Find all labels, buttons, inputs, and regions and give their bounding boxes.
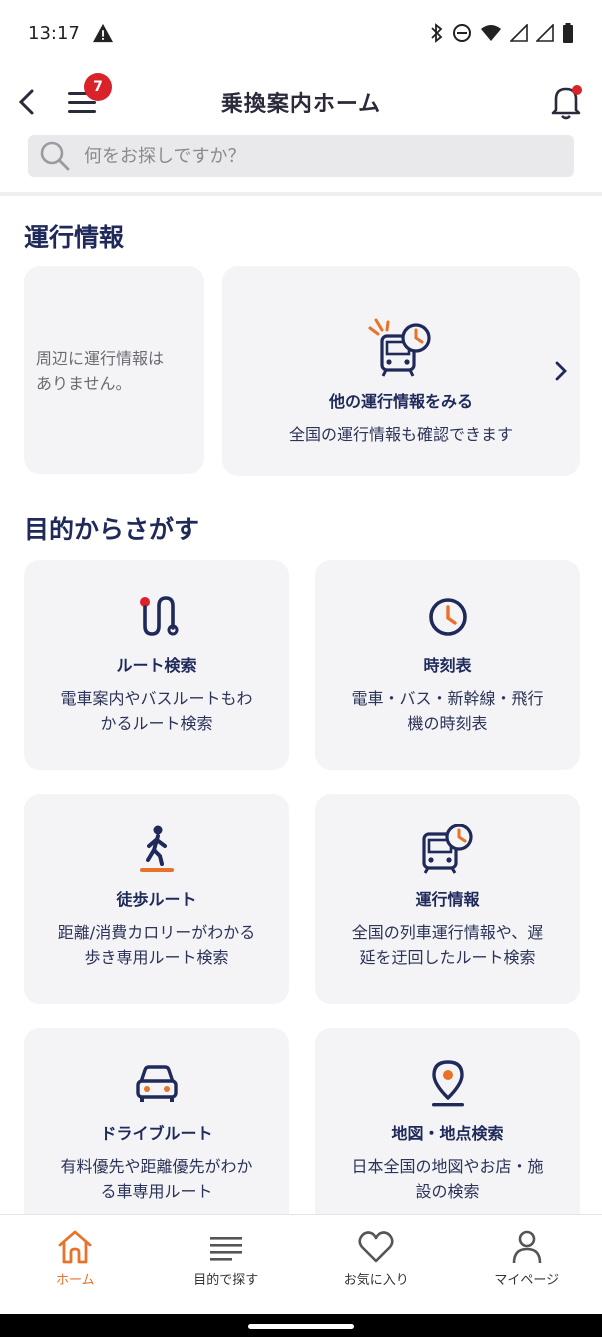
other-operation-info-title: 他の運行情報をみる	[328, 392, 473, 411]
train-clock-alert-icon	[368, 318, 431, 377]
list-icon	[209, 1237, 242, 1261]
person-icon	[512, 1230, 542, 1264]
route-search-desc: 電車案内やバスルートもわ かるルート検索	[60, 689, 253, 733]
warning-icon	[92, 23, 113, 43]
timetable-desc: 電車・バス・新幹線・飛行 機の時刻表	[351, 689, 544, 733]
route-search-card[interactable]: ルート検索 電車案内やバスルートもわ かるルート検索	[24, 560, 289, 770]
bell-icon	[551, 85, 582, 120]
home-gesture-pill[interactable]	[248, 1324, 354, 1329]
operation-info-title: 運行情報	[415, 890, 480, 909]
map-search-title: 地図・地点検索	[391, 1124, 504, 1143]
nav-label-home: ホーム	[55, 1273, 95, 1288]
nav-label-favorites: お気に入り	[343, 1273, 409, 1288]
notification-button[interactable]	[548, 82, 584, 122]
nav-item-favorites[interactable]: お気に入り	[301, 1215, 452, 1314]
operation-info-card[interactable]: 運行情報 全国の列車運行情報や、遅 延を迂回したルート検索	[315, 794, 580, 1004]
drive-route-title: ドライブルート	[100, 1124, 213, 1143]
nav-item-purpose[interactable]: 目的で探す	[151, 1215, 302, 1314]
nav-item-mypage[interactable]: マイページ	[452, 1215, 602, 1314]
nav-label-mypage: マイページ	[494, 1273, 560, 1288]
nearby-info-text: 周辺に運行情報は ありません。	[36, 349, 165, 393]
bottom-navigation: ホーム 目的で探す お気に入り マイページ	[0, 1214, 602, 1314]
page-title: 乗換案内ホーム	[220, 92, 382, 117]
other-operation-info-card[interactable]: 他の運行情報をみる 全国の運行情報も確認できます	[222, 266, 580, 476]
heart-icon	[358, 1231, 394, 1263]
search-input[interactable]	[84, 145, 544, 167]
route-search-title: ルート検索	[116, 656, 197, 675]
clock-icon	[428, 598, 467, 636]
battery-icon	[563, 23, 573, 43]
section-title-purpose: 目的からさがす	[24, 515, 200, 544]
drive-route-card[interactable]: ドライブルート 有料優先や距離優先がわか る車専用ルート	[24, 1028, 289, 1214]
drive-route-desc: 有料優先や距離優先がわか る車専用ルート	[60, 1157, 253, 1201]
status-icons	[430, 23, 574, 43]
route-icon	[139, 596, 178, 636]
chevron-right-icon	[555, 361, 567, 381]
wifi-icon	[481, 25, 501, 41]
other-operation-info-desc: 全国の運行情報も確認できます	[288, 425, 513, 444]
search-box[interactable]	[28, 135, 574, 177]
timetable-card[interactable]: 時刻表 電車・バス・新幹線・飛行 機の時刻表	[315, 560, 580, 770]
nav-label-purpose: 目的で探す	[193, 1273, 259, 1288]
car-icon	[135, 1065, 178, 1102]
app-header: 7 乗換案内ホーム	[0, 66, 602, 138]
nav-item-home[interactable]: ホーム	[0, 1215, 151, 1314]
do-not-disturb-icon	[453, 24, 471, 42]
walk-icon	[139, 825, 174, 872]
map-search-desc: 日本全国の地図やお店・施 設の検索	[351, 1157, 544, 1201]
search-icon	[40, 141, 70, 171]
map-search-card[interactable]: 地図・地点検索 日本全国の地図やお店・施 設の検索	[315, 1028, 580, 1214]
section-title-operation: 運行情報	[24, 223, 125, 252]
signal-icon	[510, 24, 528, 42]
status-bar: 13:17	[0, 0, 602, 66]
walking-route-desc: 距離/消費カロリーがわかる 歩き専用ルート検索	[57, 923, 256, 967]
nearby-info-card: 周辺に運行情報は ありません。	[24, 266, 204, 474]
map-pin-icon	[431, 1060, 464, 1107]
search-bar	[28, 135, 574, 177]
timetable-title: 時刻表	[423, 656, 472, 675]
walking-route-title: 徒歩ルート	[116, 890, 197, 909]
status-time: 13:17	[28, 22, 80, 44]
home-icon	[58, 1230, 92, 1264]
header-divider	[0, 192, 602, 196]
walking-route-card[interactable]: 徒歩ルート 距離/消費カロリーがわかる 歩き専用ルート検索	[24, 794, 289, 1004]
signal-icon-2	[536, 24, 554, 42]
train-clock-icon	[421, 824, 473, 874]
operation-info-desc: 全国の列車運行情報や、遅 延を迂回したルート検索	[351, 923, 544, 967]
bluetooth-icon	[431, 23, 443, 43]
